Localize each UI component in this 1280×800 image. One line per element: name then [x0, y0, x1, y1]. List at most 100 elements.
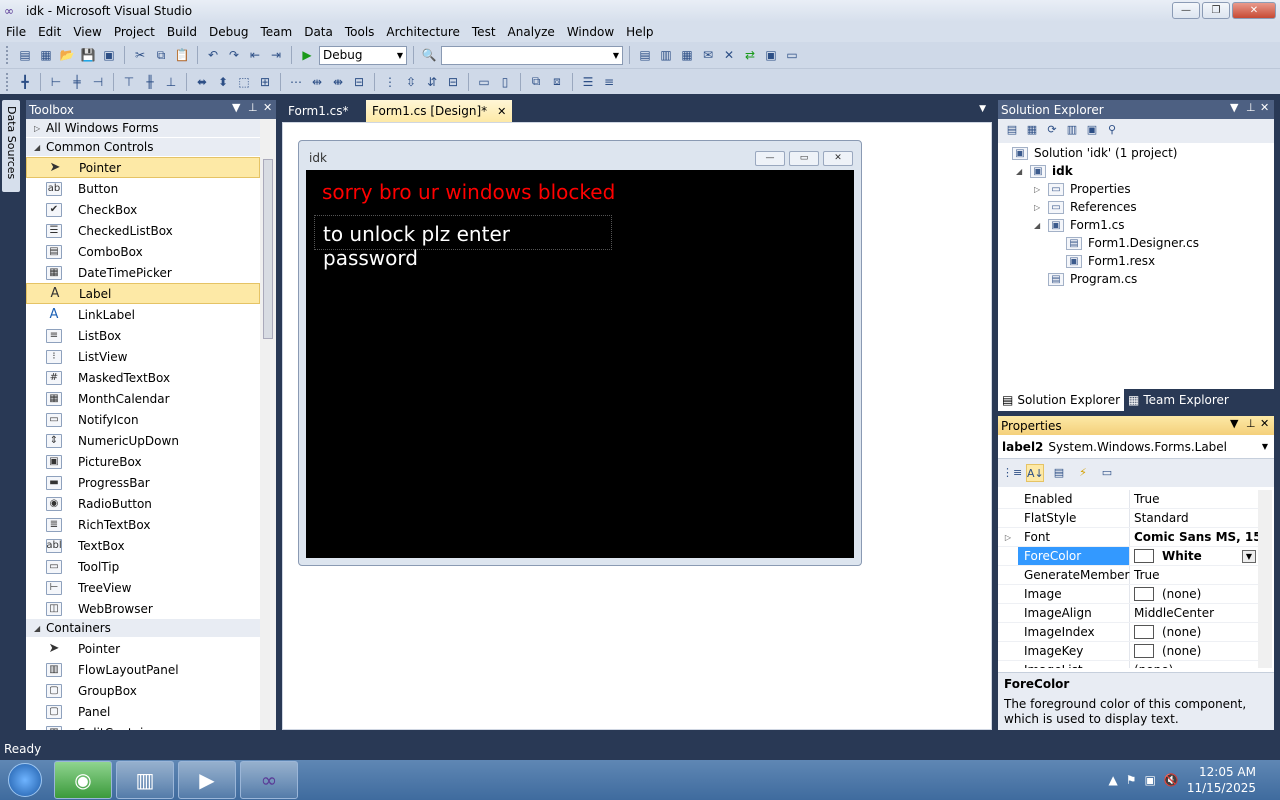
toolbox-item-splitcontainer[interactable]: ▥ SplitContainer: [26, 722, 260, 730]
data-sources-tab[interactable]: Data Sources: [2, 100, 20, 192]
align-middles-icon[interactable]: ╫: [141, 73, 159, 91]
tab-overflow-icon[interactable]: ▼: [979, 104, 986, 114]
tree-node[interactable]: ▣ Solution 'idk' (1 project): [998, 144, 1274, 162]
make-same-width-icon[interactable]: ⬌: [193, 73, 211, 91]
center-vertically-icon[interactable]: ▯: [496, 73, 514, 91]
events-icon[interactable]: ⚡: [1074, 464, 1092, 482]
close-button[interactable]: ✕: [1232, 2, 1276, 19]
toolbox-item-checkedlistbox[interactable]: ☰ CheckedListBox: [26, 220, 260, 241]
property-row-flatstyle[interactable]: FlatStyle Standard: [998, 509, 1258, 528]
tree-node[interactable]: ▷ ▭ References: [998, 198, 1274, 216]
make-same-height-icon[interactable]: ⬍: [214, 73, 232, 91]
menu-test[interactable]: Test: [466, 22, 502, 42]
restore-button[interactable]: ❐: [1202, 2, 1230, 19]
align-to-grid-icon[interactable]: ╋: [16, 73, 34, 91]
toolbox-item-datetimepicker[interactable]: ▦ DateTimePicker: [26, 262, 260, 283]
cut-icon[interactable]: ✂: [131, 46, 149, 64]
property-row-imagealign[interactable]: ImageAlign MiddleCenter: [998, 604, 1258, 623]
property-row-imagekey[interactable]: ImageKey (none): [998, 642, 1258, 661]
toolbox-icon[interactable]: ✉: [699, 46, 717, 64]
clock[interactable]: 12:05 AM 11/15/2025: [1187, 764, 1256, 796]
toolbox-item-tooltip[interactable]: ▭ ToolTip: [26, 556, 260, 577]
tree-node[interactable]: ▷ ▭ Properties: [998, 180, 1274, 198]
size-to-grid-icon[interactable]: ⊞: [256, 73, 274, 91]
refresh-icon[interactable]: ⟳: [1044, 123, 1060, 139]
bring-to-front-icon[interactable]: ⧉: [527, 73, 545, 91]
v-spacing-decrease-icon[interactable]: ⇵: [423, 73, 441, 91]
h-spacing-increase-icon[interactable]: ⇹: [308, 73, 326, 91]
extension-manager-icon[interactable]: ⇄: [741, 46, 759, 64]
tab-form1-design[interactable]: Form1.cs [Design]* ✕: [366, 100, 513, 122]
open-folder-icon[interactable]: 📂: [58, 46, 76, 64]
menu-debug[interactable]: Debug: [203, 22, 254, 42]
class-diagram-icon[interactable]: ⚲: [1104, 123, 1120, 139]
align-centers-icon[interactable]: ╪: [68, 73, 86, 91]
start-page-icon[interactable]: ▭: [783, 46, 801, 64]
toolbox-item-pointer[interactable]: ➤ Pointer: [26, 157, 260, 178]
menu-window[interactable]: Window: [561, 22, 620, 42]
tree-node[interactable]: ◢ ▣ idk: [998, 162, 1274, 180]
property-value[interactable]: MiddleCenter: [1130, 604, 1258, 622]
start-button[interactable]: [0, 760, 50, 800]
close-icon[interactable]: ✕: [263, 101, 272, 114]
toolbox-item-picturebox[interactable]: ▣ PictureBox: [26, 451, 260, 472]
property-row-enabled[interactable]: Enabled True: [998, 490, 1258, 509]
toolbox-item-checkbox[interactable]: ✔ CheckBox: [26, 199, 260, 220]
find-in-files-icon[interactable]: 🔍: [420, 46, 438, 64]
property-row-imagelist[interactable]: ImageList (none): [998, 661, 1258, 668]
close-icon[interactable]: ✕: [1260, 417, 1269, 430]
pin-icon[interactable]: ⊥: [1246, 417, 1256, 430]
toolbox-item-treeview[interactable]: ⊢ TreeView: [26, 577, 260, 598]
toolbox-item-progressbar[interactable]: ▬ ProgressBar: [26, 472, 260, 493]
save-icon[interactable]: 💾: [79, 46, 97, 64]
toolbox-item-listview[interactable]: ⁝ ListView: [26, 346, 260, 367]
chevron-down-icon[interactable]: ▼: [1241, 549, 1256, 563]
toolbox-item-combobox[interactable]: ▤ ComboBox: [26, 241, 260, 262]
toolbox-item-richtextbox[interactable]: ≣ RichTextBox: [26, 514, 260, 535]
network-icon[interactable]: ▣: [1145, 773, 1156, 787]
toolbox-group[interactable]: ◢ Containers: [26, 619, 260, 638]
h-spacing-decrease-icon[interactable]: ⇼: [329, 73, 347, 91]
toolbox-item-label[interactable]: A Label: [26, 283, 260, 304]
center-horizontally-icon[interactable]: ▭: [475, 73, 493, 91]
expand-arrow-icon[interactable]: ▷: [1034, 203, 1040, 212]
align-tops-icon[interactable]: ⊤: [120, 73, 138, 91]
toolbar-grip[interactable]: [6, 72, 9, 91]
v-spacing-remove-icon[interactable]: ⊟: [444, 73, 462, 91]
menu-tools[interactable]: Tools: [339, 22, 381, 42]
property-value[interactable]: True: [1130, 490, 1258, 508]
expand-arrow-icon[interactable]: ▷: [1034, 185, 1040, 194]
close-icon[interactable]: ✕: [1260, 101, 1269, 114]
navigate-back-icon[interactable]: ⇤: [246, 46, 264, 64]
solution-config-dropdown[interactable]: Debug ▼: [319, 45, 407, 65]
menu-edit[interactable]: Edit: [32, 22, 67, 42]
redo-icon[interactable]: ↷: [225, 46, 243, 64]
menu-team[interactable]: Team: [254, 22, 298, 42]
scrollbar-thumb[interactable]: [263, 159, 273, 339]
toolbox-item-radiobutton[interactable]: ◉ RadioButton: [26, 493, 260, 514]
toolbox-item-panel[interactable]: ▢ Panel: [26, 701, 260, 722]
taskbar-media-player[interactable]: ▶: [178, 761, 236, 799]
make-same-size-icon[interactable]: ⬚: [235, 73, 253, 91]
dropdown-arrow-icon[interactable]: ▼: [1230, 417, 1238, 430]
menu-view[interactable]: View: [67, 22, 107, 42]
volume-muted-icon[interactable]: 🔇: [1164, 773, 1179, 787]
menu-architecture[interactable]: Architecture: [380, 22, 465, 42]
tools-icon[interactable]: ✕: [720, 46, 738, 64]
copy-icon[interactable]: ⧉: [152, 46, 170, 64]
properties-icon[interactable]: ▥: [657, 46, 675, 64]
tree-node[interactable]: ▤ Form1.Designer.cs: [998, 234, 1274, 252]
tab-form1-cs[interactable]: Form1.cs*: [282, 100, 355, 122]
toolbox-scrollbar[interactable]: [260, 119, 276, 730]
v-spacing-increase-icon[interactable]: ⇳: [402, 73, 420, 91]
property-value[interactable]: (none): [1130, 623, 1258, 641]
toolbox-group[interactable]: ◢ Common Controls: [26, 138, 260, 157]
align-bottoms-icon[interactable]: ⊥: [162, 73, 180, 91]
menu-file[interactable]: File: [0, 22, 32, 42]
pin-icon[interactable]: ⊥: [248, 101, 258, 114]
taskbar-visual-studio[interactable]: ∞: [240, 761, 298, 799]
toolbox-item-groupbox[interactable]: ▢ GroupBox: [26, 680, 260, 701]
align-rights-icon[interactable]: ⊣: [89, 73, 107, 91]
collapse-arrow-icon[interactable]: ◢: [1034, 221, 1040, 230]
show-hidden-icons-icon[interactable]: ▲: [1109, 773, 1118, 787]
